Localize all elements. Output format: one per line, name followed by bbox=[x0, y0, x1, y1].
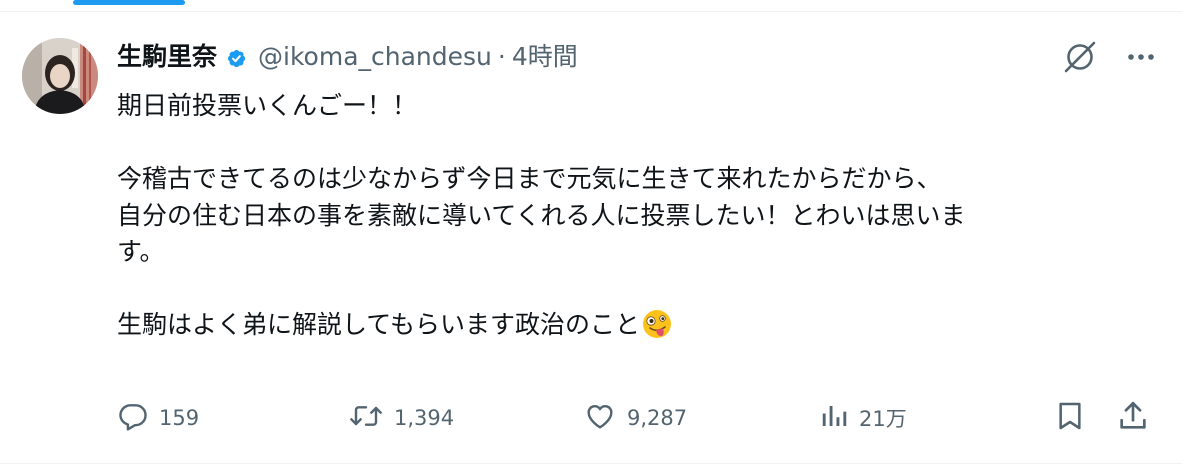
tweet-line: 今稽古できてるのは少なからず今日まで元気に生きて来れたからだから、 bbox=[117, 164, 942, 193]
tweet-top-actions bbox=[1062, 38, 1156, 76]
more-icon[interactable] bbox=[1126, 52, 1156, 62]
line-break bbox=[117, 125, 1157, 162]
tweet-text: 期日前投票いくんごー！！ 今稽古できてるのは少なからず今日まで元気に生きて来れた… bbox=[117, 88, 1157, 344]
like-count: 9,287 bbox=[627, 406, 688, 430]
tweet-line-last: 生駒はよく弟に解説してもらいます政治のこと bbox=[117, 307, 1157, 344]
bookmark-button[interactable] bbox=[1054, 396, 1086, 440]
bookmark-icon bbox=[1054, 399, 1086, 438]
tweet-line: 生駒はよく弟に解説してもらいます政治のこと bbox=[117, 310, 641, 339]
share-icon bbox=[1116, 399, 1150, 438]
share-button[interactable] bbox=[1116, 396, 1150, 440]
like-button[interactable]: 9,287 bbox=[583, 396, 687, 440]
reply-icon bbox=[117, 400, 149, 437]
separator-dot: · bbox=[497, 42, 506, 71]
line-break bbox=[117, 271, 1157, 308]
author-name[interactable]: 生駒里奈 bbox=[117, 38, 217, 76]
tweet-action-bar: 159 1,394 9,287 21万 bbox=[0, 396, 1182, 440]
tweet-line: 期日前投票いくんごー！！ bbox=[117, 91, 418, 120]
divider bbox=[0, 463, 1182, 464]
zany-face-emoji bbox=[642, 309, 672, 339]
tweet-header: 生駒里奈 @ikoma_chandesu · 4時間 bbox=[117, 38, 578, 76]
retweet-count: 1,394 bbox=[394, 406, 455, 430]
heart-icon bbox=[583, 400, 617, 437]
tweet-line: す。 bbox=[117, 237, 165, 266]
timestamp[interactable]: 4時間 bbox=[512, 38, 578, 76]
tweet-line: 自分の住む日本の事を素敵に導いてくれる人に投票したい！とわいは思いま bbox=[117, 200, 966, 230]
reply-button[interactable]: 159 bbox=[117, 396, 199, 440]
views-button[interactable]: 21万 bbox=[819, 396, 907, 440]
author-handle[interactable]: @ikoma_chandesu bbox=[258, 38, 492, 76]
reply-count: 159 bbox=[159, 406, 200, 430]
avatar[interactable] bbox=[22, 38, 98, 114]
divider bbox=[0, 11, 1182, 12]
views-icon bbox=[819, 400, 849, 437]
retweet-button[interactable]: 1,394 bbox=[348, 396, 454, 440]
verified-badge-icon[interactable] bbox=[223, 44, 249, 70]
grok-icon[interactable] bbox=[1062, 39, 1098, 75]
active-tab-indicator bbox=[73, 0, 185, 5]
retweet-icon bbox=[348, 400, 384, 437]
view-count: 21万 bbox=[859, 407, 907, 431]
